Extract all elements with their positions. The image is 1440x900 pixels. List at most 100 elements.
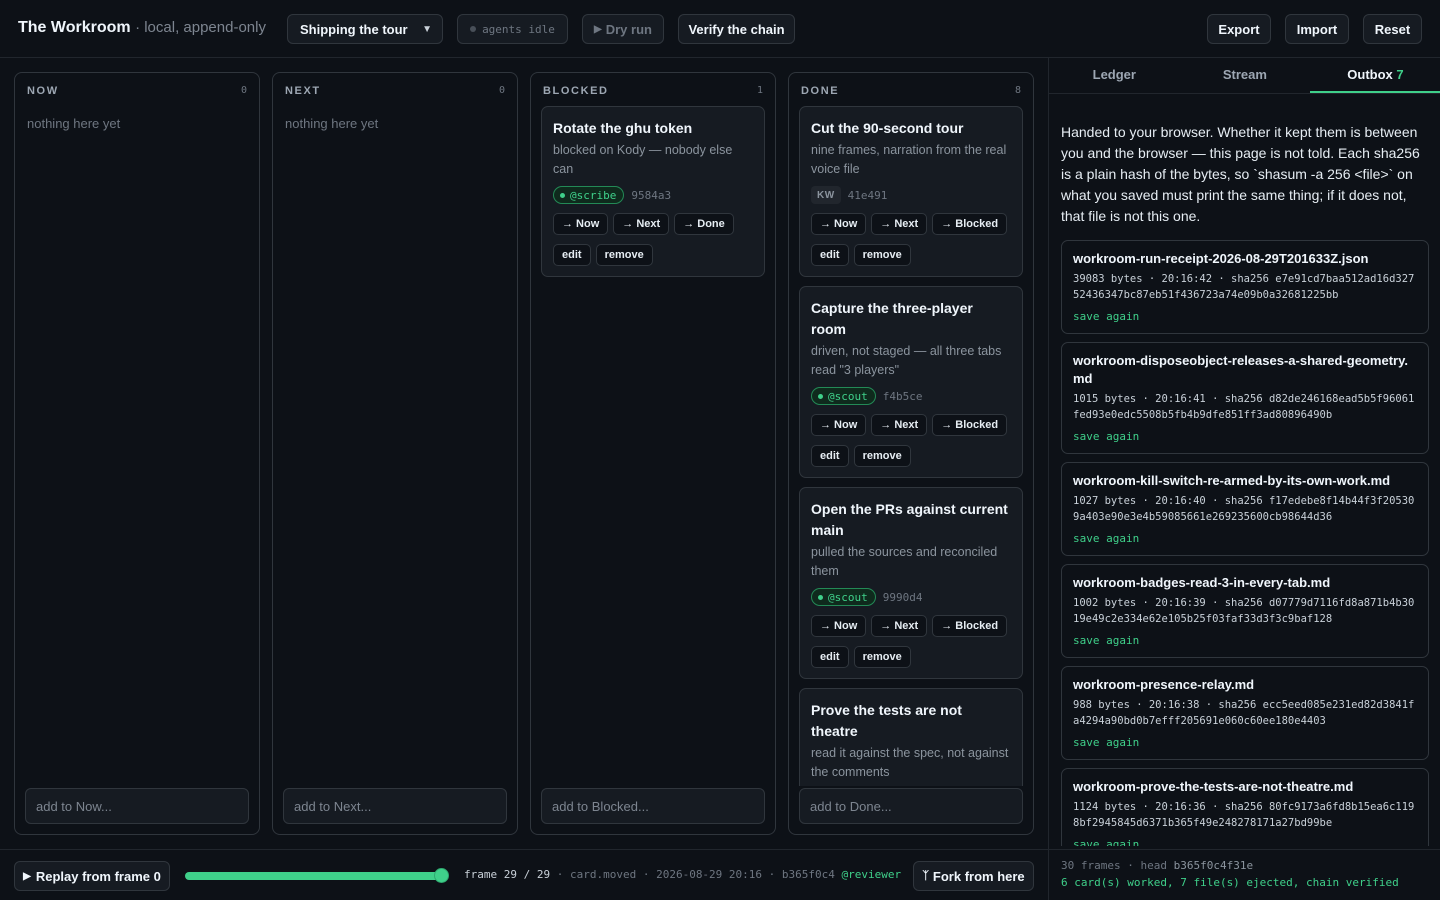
edit-button[interactable]: edit bbox=[811, 244, 849, 266]
empty-state: nothing here yet bbox=[285, 116, 379, 131]
empty-state: nothing here yet bbox=[27, 116, 121, 131]
task-card: Cut the 90-second tour nine frames, narra… bbox=[799, 106, 1023, 277]
replay-button[interactable]: ▶ Replay from frame 0 bbox=[14, 861, 170, 891]
file-meta: 39083 bytes · 20:16:42 · sha256 e7e91cd7… bbox=[1073, 273, 1415, 301]
replay-label: Replay from frame 0 bbox=[35, 868, 161, 884]
file-name: workroom-kill-switch-re-armed-by-its-own… bbox=[1073, 473, 1391, 488]
verify-chain-button[interactable]: Verify the chain bbox=[678, 14, 795, 44]
move-button[interactable]: → Now bbox=[811, 213, 867, 235]
status-dot-icon bbox=[818, 393, 823, 399]
file-meta: 1015 bytes · 20:16:41 · sha256 d82de2461… bbox=[1073, 393, 1415, 421]
column-done: DONE 8 Cut the 90-second tour nine frames, … bbox=[788, 72, 1034, 835]
import-button[interactable]: Import bbox=[1285, 14, 1349, 44]
frame-slider-track[interactable] bbox=[185, 872, 441, 880]
remove-button[interactable]: remove bbox=[595, 244, 653, 266]
file-name: workroom-run-receipt-2026-08-29T201633Z.… bbox=[1073, 251, 1369, 266]
column-blocked: BLOCKED 1 Rotate the ghu token blocked on K… bbox=[530, 72, 776, 835]
add-card-input[interactable] bbox=[283, 788, 507, 824]
edit-button[interactable]: edit bbox=[553, 244, 591, 266]
outbox-file: workroom-presence-relay.md 988 bytes · 20… bbox=[1061, 666, 1429, 760]
card-list: Rotate the ghu token blocked on Kody — no… bbox=[541, 106, 765, 786]
event-time: 2026-08-29 20:16 bbox=[656, 868, 763, 881]
edit-button[interactable]: edit bbox=[811, 646, 849, 668]
head-label: head bbox=[1140, 859, 1167, 872]
column-title: NEXT bbox=[285, 85, 321, 97]
head-hash: b365f0c4f31e bbox=[1173, 859, 1254, 872]
dry-run-label: Dry run bbox=[605, 21, 652, 37]
move-actions: → Now → Next → Blocked bbox=[811, 213, 1011, 235]
remove-button[interactable]: remove bbox=[853, 244, 911, 266]
side-panel: Ledger Stream Outbox 7 Handed to your brow… bbox=[1048, 58, 1440, 900]
remove-button[interactable]: remove bbox=[853, 646, 911, 668]
tab-ledger[interactable]: Ledger bbox=[1049, 58, 1180, 93]
column-count: 8 bbox=[1014, 85, 1021, 96]
move-button[interactable]: → Now bbox=[811, 414, 867, 436]
dry-run-button[interactable]: ▶ Dry run bbox=[582, 14, 664, 44]
card-actions: edit remove bbox=[811, 445, 1011, 467]
move-button[interactable]: → Blocked bbox=[932, 615, 1008, 637]
app-subtitle: · local, append-only bbox=[135, 19, 266, 36]
save-again-link[interactable]: save again bbox=[1073, 532, 1139, 545]
tab-outbox[interactable]: Outbox 7 bbox=[1310, 58, 1440, 93]
move-button[interactable]: → Next bbox=[871, 213, 928, 235]
move-actions: → Now → Next → Blocked bbox=[811, 615, 1011, 637]
app-name: The Workroom bbox=[18, 19, 131, 36]
add-card-input[interactable] bbox=[799, 788, 1023, 824]
move-button[interactable]: → Done bbox=[674, 213, 734, 235]
frame-slider-handle[interactable] bbox=[434, 868, 449, 883]
save-again-link[interactable]: save again bbox=[1073, 430, 1139, 443]
card-title[interactable]: Rotate the ghu token bbox=[553, 118, 753, 139]
tab-label: Outbox bbox=[1347, 67, 1393, 82]
card-meta: @scribe 9584a3 bbox=[553, 186, 753, 204]
chain-summary-text: 6 card(s) worked, 7 file(s) ejected, cha… bbox=[1061, 876, 1399, 889]
export-button[interactable]: Export bbox=[1207, 14, 1271, 44]
column-header: BLOCKED 1 bbox=[543, 85, 763, 97]
move-button[interactable]: → Now bbox=[811, 615, 867, 637]
status-dot-icon bbox=[470, 26, 477, 32]
assignee-badge: @scout bbox=[811, 387, 876, 405]
tab-stream[interactable]: Stream bbox=[1180, 58, 1311, 93]
tab-count: 7 bbox=[1396, 67, 1404, 82]
card-description: nine frames, narration from the real voi… bbox=[811, 143, 1007, 176]
move-button[interactable]: → Now bbox=[553, 213, 609, 235]
outbox-file: workroom-disposeobject-releases-a-shared… bbox=[1061, 342, 1429, 454]
agents-status-badge: agents idle bbox=[457, 14, 568, 44]
side-tabs: Ledger Stream Outbox 7 bbox=[1049, 58, 1440, 94]
card-title[interactable]: Prove the tests are not theatre bbox=[811, 700, 1011, 742]
save-again-link[interactable]: save again bbox=[1073, 310, 1139, 323]
card-title[interactable]: Capture the three-player room bbox=[811, 298, 1011, 340]
add-card-input[interactable] bbox=[541, 788, 765, 824]
card-description: blocked on Kody — nobody else can bbox=[553, 143, 733, 176]
status-dot-icon bbox=[818, 594, 823, 600]
move-button[interactable]: → Next bbox=[613, 213, 670, 235]
frame-status: frame 29 / 29 · card.moved · 2026-08-29 … bbox=[464, 868, 902, 881]
fork-label: Fork from here bbox=[932, 868, 1025, 884]
fork-button[interactable]: ᛉ Fork from here bbox=[913, 861, 1034, 891]
move-actions: → Now → Next → Done bbox=[553, 213, 753, 235]
remove-button[interactable]: remove bbox=[853, 445, 911, 467]
save-again-link[interactable]: save again bbox=[1073, 838, 1139, 846]
save-again-link[interactable]: save again bbox=[1073, 634, 1139, 647]
card-title[interactable]: Open the PRs against current main bbox=[811, 499, 1011, 541]
card-title[interactable]: Cut the 90-second tour bbox=[811, 118, 1011, 139]
file-meta: 1002 bytes · 20:16:39 · sha256 d07779d71… bbox=[1073, 597, 1415, 625]
move-button[interactable]: → Blocked bbox=[932, 213, 1008, 235]
move-button[interactable]: → Blocked bbox=[932, 414, 1008, 436]
edit-button[interactable]: edit bbox=[811, 445, 849, 467]
avatar: KW bbox=[811, 186, 841, 204]
fork-icon: ᛉ bbox=[922, 870, 929, 882]
play-icon: ▶ bbox=[23, 870, 31, 882]
move-button[interactable]: → Next bbox=[871, 414, 928, 436]
card-actions: edit remove bbox=[553, 244, 753, 266]
project-select[interactable]: Shipping the tour ▼ bbox=[287, 14, 443, 44]
move-button[interactable]: → Next bbox=[871, 615, 928, 637]
card-meta: @scout 9990d4 bbox=[811, 588, 1011, 606]
card-description: pulled the sources and reconciled them bbox=[811, 545, 998, 578]
add-card-input[interactable] bbox=[25, 788, 249, 824]
reset-button[interactable]: Reset bbox=[1363, 14, 1422, 44]
assignee-badge: @scribe bbox=[553, 186, 625, 204]
column-count: 0 bbox=[498, 85, 505, 96]
save-again-link[interactable]: save again bbox=[1073, 736, 1139, 749]
assignee-badge: @scout bbox=[811, 588, 876, 606]
outbox-file-list: workroom-run-receipt-2026-08-29T201633Z.… bbox=[1061, 240, 1429, 846]
